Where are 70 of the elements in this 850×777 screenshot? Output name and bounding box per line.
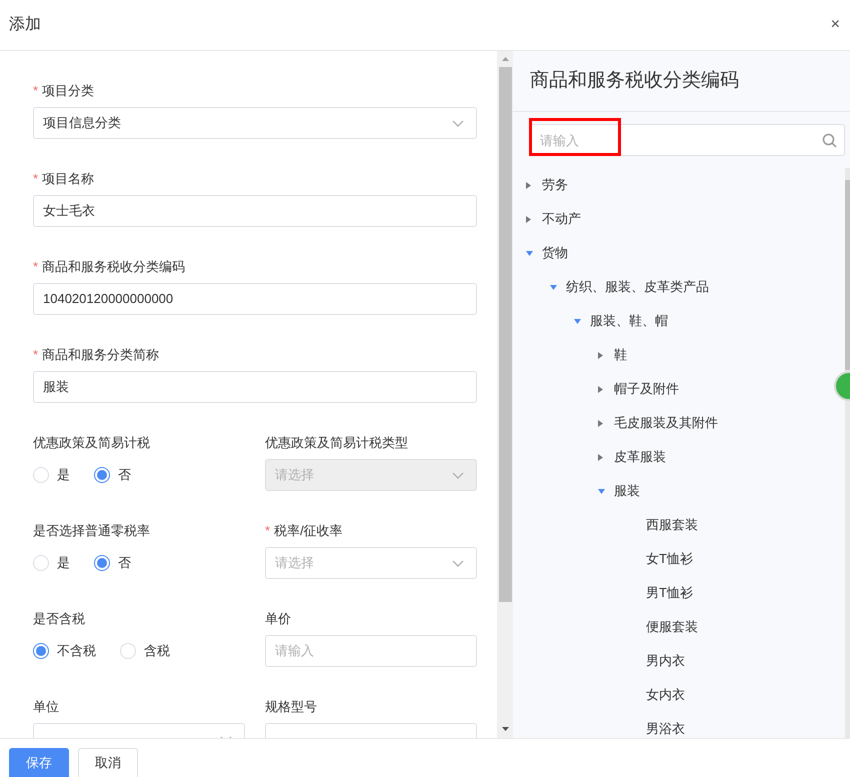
- field-label: 单位: [33, 698, 59, 716]
- panel-title: 商品和服务税收分类编码: [530, 68, 739, 93]
- scrollbar[interactable]: [497, 51, 513, 738]
- caret-down-icon[interactable]: [550, 284, 557, 290]
- required-mark: *: [33, 258, 38, 276]
- tree-item[interactable]: 西服套装: [646, 515, 698, 535]
- radio-label: 否: [118, 466, 131, 484]
- caret-right-icon[interactable]: [526, 216, 531, 222]
- radio-label: 不含税: [57, 642, 96, 660]
- dialog-title: 添加: [9, 14, 41, 35]
- tree-scrollbar[interactable]: [845, 168, 850, 738]
- tree-item[interactable]: 皮革服装: [614, 447, 666, 467]
- radio-label: 是: [57, 554, 70, 572]
- field-label: 单价: [265, 610, 291, 628]
- search-icon: [822, 133, 837, 148]
- tree-item[interactable]: 鞋: [614, 345, 627, 365]
- caret-down-icon[interactable]: [526, 250, 533, 256]
- tree-item[interactable]: 不动产: [542, 209, 581, 229]
- field-label: 项目名称: [42, 170, 94, 188]
- cancel-button[interactable]: 取消: [78, 748, 138, 777]
- field-label: 是否含税: [33, 610, 85, 628]
- close-button[interactable]: ×: [830, 17, 840, 33]
- required-mark: *: [33, 346, 38, 364]
- chevron-down-icon: [452, 120, 464, 126]
- radio-button[interactable]: [94, 467, 110, 483]
- caret-down-icon[interactable]: [574, 318, 581, 324]
- tree-item[interactable]: 便服套装: [646, 617, 698, 637]
- tree-item[interactable]: 货物: [542, 243, 568, 263]
- required-mark: *: [33, 82, 38, 100]
- scroll-up-icon[interactable]: [500, 56, 510, 62]
- input-field[interactable]: 服装: [33, 371, 477, 403]
- caret-right-icon[interactable]: [598, 420, 603, 426]
- tree-item[interactable]: 帽子及附件: [614, 379, 679, 399]
- search-field[interactable]: 请输入: [529, 124, 845, 156]
- tree-item[interactable]: 男浴衣: [646, 719, 685, 738]
- caret-right-icon[interactable]: [526, 182, 531, 188]
- caret-right-icon[interactable]: [598, 352, 603, 358]
- tree-item[interactable]: 毛皮服装及其附件: [614, 413, 718, 433]
- field-label: 优惠政策及简易计税: [33, 434, 150, 452]
- required-mark: *: [265, 522, 270, 540]
- tree-item[interactable]: 劳务: [542, 175, 568, 195]
- tree-item[interactable]: 男内衣: [646, 651, 685, 671]
- required-mark: *: [33, 170, 38, 188]
- select-field[interactable]: 项目信息分类: [33, 107, 477, 139]
- radio-label: 含税: [144, 642, 170, 660]
- input-field[interactable]: 女士毛衣: [33, 195, 477, 227]
- caret-right-icon[interactable]: [598, 386, 603, 392]
- tree-item[interactable]: 服装、鞋、帽: [590, 311, 668, 331]
- tree-item[interactable]: 服装: [614, 481, 640, 501]
- chevron-down-icon: [452, 560, 464, 566]
- input-field[interactable]: 104020120000000000: [33, 283, 477, 315]
- field-label: 是否选择普通零税率: [33, 522, 150, 540]
- radio-label: 是: [57, 466, 70, 484]
- field-label: 商品和服务分类简称: [42, 346, 160, 364]
- scroll-down-icon[interactable]: [500, 726, 510, 732]
- field-label: 优惠政策及简易计税类型: [265, 434, 408, 452]
- tree-item[interactable]: 纺织、服装、皮革类产品: [566, 277, 709, 297]
- radio-button[interactable]: [33, 643, 49, 659]
- field-label: 税率/征收率: [274, 522, 343, 540]
- radio-label: 否: [118, 554, 131, 572]
- tree-item[interactable]: 男T恤衫: [646, 583, 693, 603]
- radio-button[interactable]: [94, 555, 110, 571]
- caret-right-icon[interactable]: [598, 454, 603, 460]
- field-label: 规格型号: [265, 698, 317, 716]
- chevron-down-icon: [452, 472, 464, 478]
- tree-item[interactable]: 女T恤衫: [646, 549, 693, 569]
- field-label: 项目分类: [42, 82, 94, 100]
- tree-item[interactable]: 女内衣: [646, 685, 685, 705]
- caret-down-icon[interactable]: [598, 488, 605, 494]
- field-label: 商品和服务税收分类编码: [42, 258, 186, 276]
